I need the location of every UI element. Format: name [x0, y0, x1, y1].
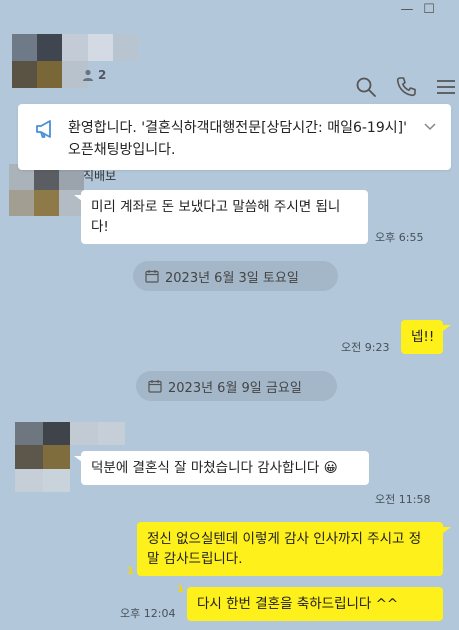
message-time: 오전 9:23 [341, 341, 390, 354]
unread-count: 1 [177, 584, 184, 595]
notice-text: 환영합니다. '결혼식하객대행전문[상담시간: 매일6-19시]' 오픈채팅방입… [68, 120, 407, 158]
bubble-tail [74, 456, 82, 462]
bubble-tail [443, 527, 451, 533]
member-count-value: 2 [98, 68, 107, 82]
room-avatar[interactable] [12, 34, 138, 88]
date-text: 2023년 6월 9일 금요일 [168, 380, 302, 396]
message-time: 오전 11:58 [375, 493, 431, 506]
maximize-button[interactable]: ☐ [420, 1, 438, 19]
bubble-tail [443, 325, 451, 331]
incoming-message-bubble[interactable]: 덕분에 결혼식 잘 마쳤습니다 감사합니다 😀 [81, 451, 369, 485]
date-divider: 2023년 6월 9일 금요일 [136, 371, 337, 401]
bubble-tail [74, 195, 82, 201]
person-icon [83, 69, 93, 81]
minimize-button[interactable]: — [398, 1, 416, 19]
calendar-icon [148, 380, 162, 393]
phone-icon[interactable] [395, 76, 417, 98]
megaphone-icon [36, 120, 51, 138]
sender-avatar[interactable] [9, 164, 84, 216]
outgoing-message-bubble[interactable]: 정신 없으실텐데 이렇게 감사 인사까지 주시고 정말 감사드립니다. [137, 522, 443, 576]
notice-banner[interactable]: 환영합니다. '결혼식하객대행전문[상담시간: 매일6-19시]' 오픈채팅방입… [18, 104, 451, 170]
menu-icon[interactable] [435, 76, 457, 98]
member-count[interactable]: 2 [82, 68, 106, 82]
unread-count: 1 [127, 566, 134, 577]
calendar-icon [145, 270, 159, 283]
chevron-down-icon[interactable] [423, 120, 437, 134]
outgoing-message-bubble[interactable]: 넵!! [401, 320, 443, 354]
incoming-message-bubble[interactable]: 미리 계좌로 돈 보냈다고 말씀해 주시면 됩니다! [81, 190, 368, 244]
message-text: 정신 없으실텐데 이렇게 감사 인사까지 주시고 정말 감사드립니다. [147, 531, 422, 567]
chat-header: 2 [0, 22, 459, 102]
message-time: 오후 12:04 [120, 607, 176, 620]
message-text: 덕분에 결혼식 잘 마쳤습니다 감사합니다 😀 [91, 460, 338, 476]
outgoing-message-bubble[interactable]: 다시 한번 결혼을 축하드립니다 ^^ [187, 587, 443, 621]
message-text: 미리 계좌로 돈 보냈다고 말씀해 주시면 됩니다! [91, 199, 341, 235]
date-divider: 2023년 6월 3일 토요일 [133, 261, 338, 291]
message-time: 오후 6:55 [375, 231, 424, 244]
message-text: 다시 한번 결혼을 축하드립니다 ^^ [197, 596, 399, 612]
window-titlebar: — ☐ [0, 0, 459, 22]
message-text: 넵!! [411, 329, 435, 345]
date-text: 2023년 6월 3일 토요일 [165, 270, 299, 286]
search-icon[interactable] [355, 76, 377, 98]
